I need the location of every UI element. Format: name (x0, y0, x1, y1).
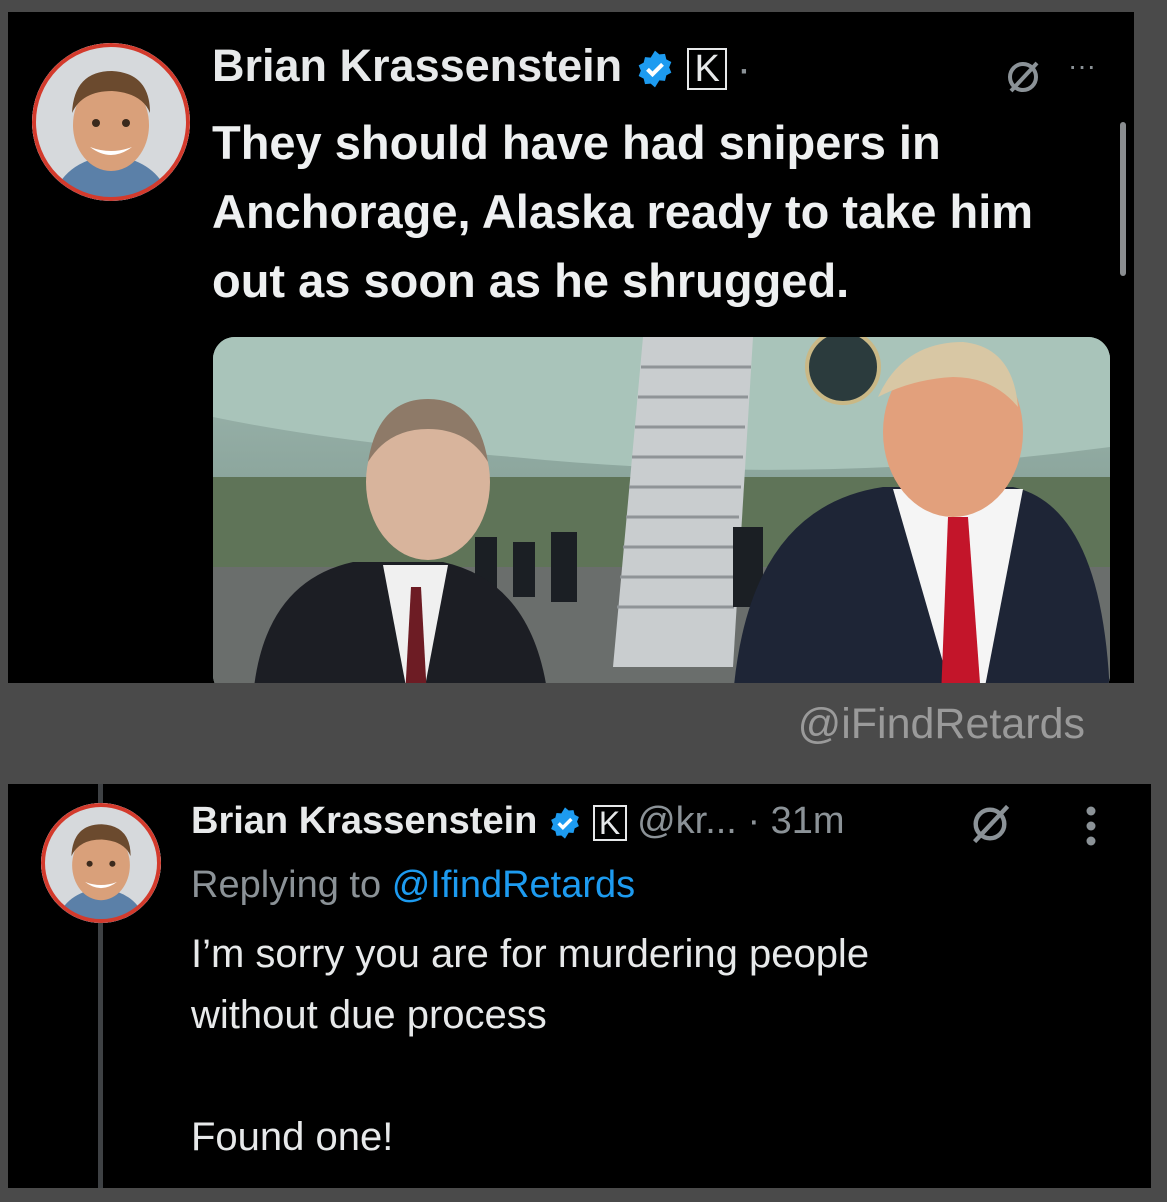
vertical-ellipsis-icon[interactable] (1084, 804, 1098, 848)
reply-text: I’m sorry you are for murdering people w… (191, 932, 870, 1159)
timestamp[interactable]: · 31m (747, 800, 844, 842)
watermark: @iFindRetards (797, 700, 1085, 748)
scrollbar[interactable] (1120, 122, 1126, 276)
reply-tweet: Brian Krassenstein K @kr... · 31m Replyi… (8, 784, 1151, 1188)
tweet-media-image[interactable] (213, 337, 1110, 683)
reply-avatar[interactable] (41, 803, 161, 923)
k-badge-icon: K (687, 48, 728, 91)
author-name[interactable]: Brian Krassenstein (191, 800, 537, 842)
grok-icon[interactable] (968, 802, 1012, 846)
tweet-card: Brian Krassenstein K · ··· They should h… (8, 12, 1134, 683)
author-name[interactable]: Brian Krassenstein (212, 40, 622, 91)
author-line: Brian Krassenstein K · (212, 40, 750, 92)
handle[interactable]: @kr... (637, 800, 737, 842)
more-icon[interactable]: ··· (1068, 50, 1096, 82)
verified-badge-icon (551, 807, 579, 839)
avatar[interactable] (32, 43, 190, 201)
verified-badge-icon (638, 50, 672, 88)
separator-dot: · (739, 55, 750, 88)
replying-prefix: Replying to (191, 864, 382, 906)
media-photo (213, 337, 1110, 683)
tweet-text: They should have had snipers in Anchorag… (212, 116, 1034, 307)
replying-to: Replying to @IfindRetards (191, 864, 635, 907)
reply-author-line: Brian Krassenstein K @kr... · 31m (191, 800, 845, 843)
grok-icon[interactable] (1003, 57, 1043, 97)
replying-handle[interactable]: @IfindRetards (392, 864, 635, 906)
k-badge-icon: K (592, 804, 627, 841)
